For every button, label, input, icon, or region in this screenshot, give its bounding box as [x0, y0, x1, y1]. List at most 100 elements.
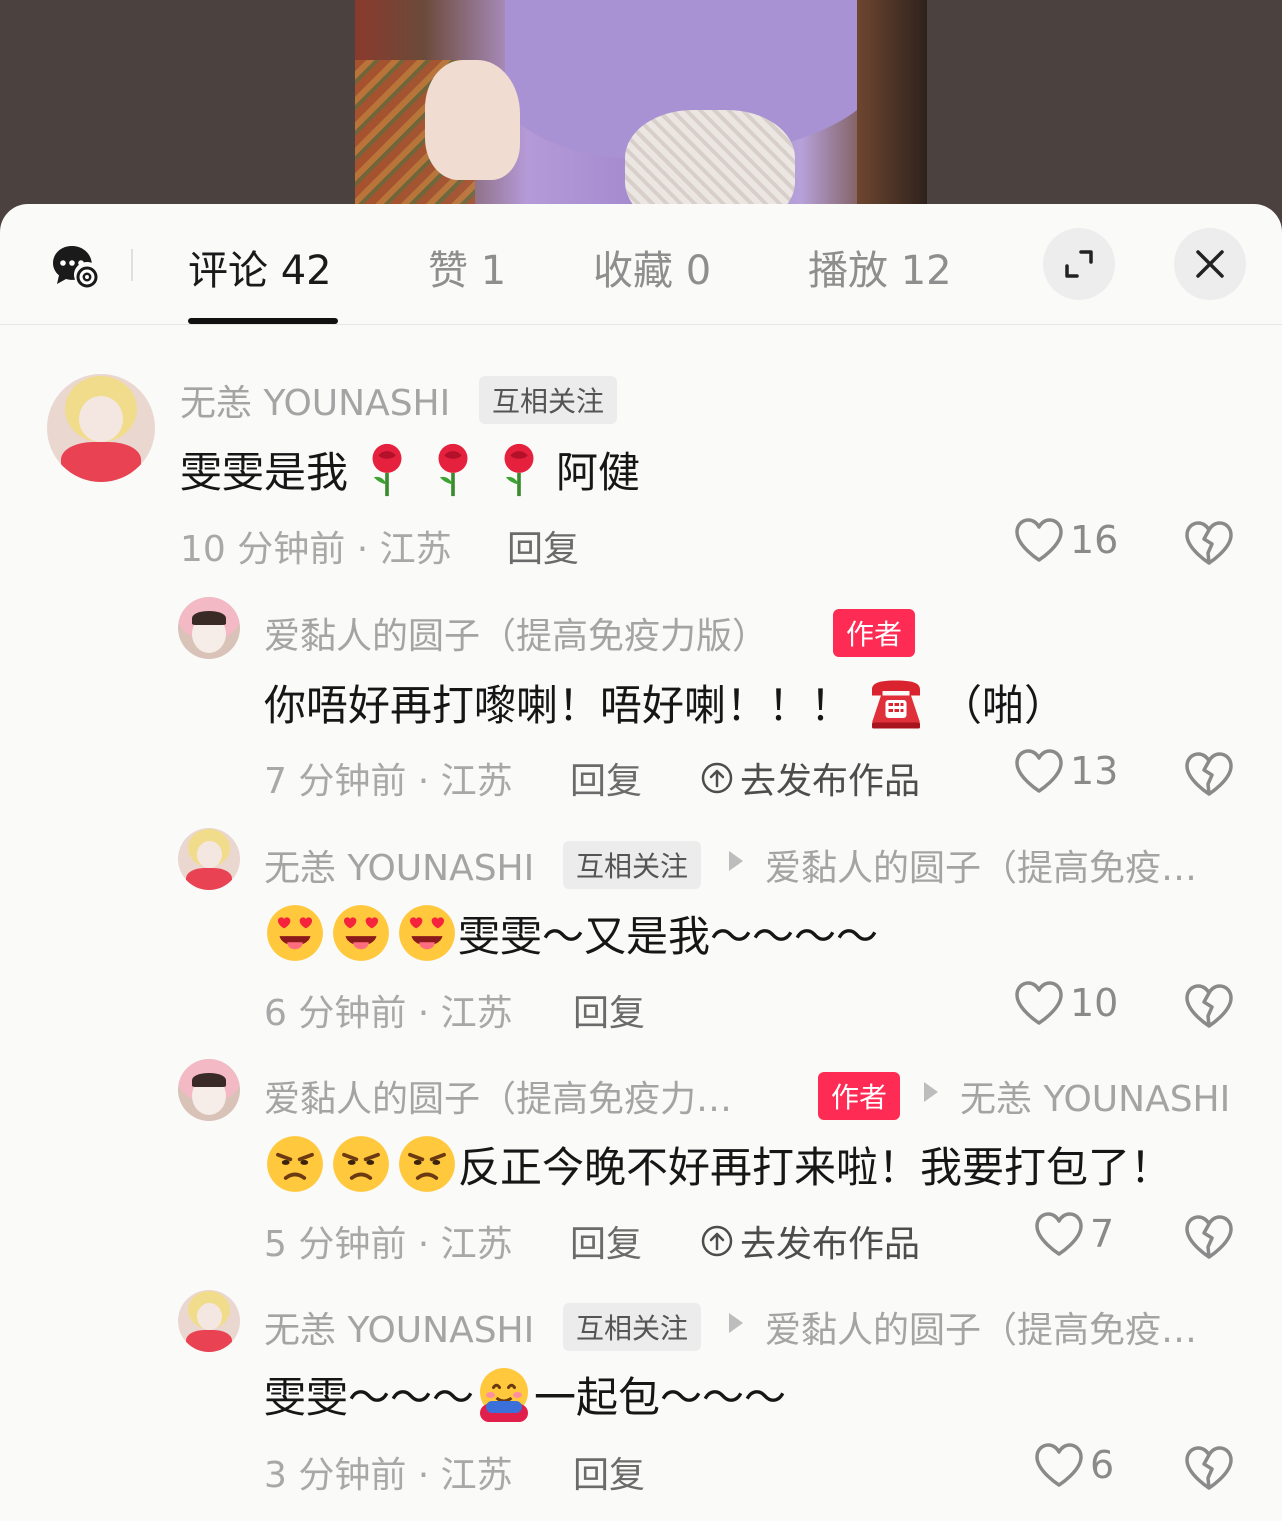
broken-heart-icon[interactable] [1184, 750, 1234, 798]
close-button[interactable] [1174, 228, 1246, 300]
reply-button[interactable]: 回复 [573, 1446, 645, 1498]
publish-work-button[interactable]: 去发布作品 [700, 1215, 920, 1267]
broken-heart-icon[interactable] [1184, 982, 1234, 1030]
heart-icon [1035, 1212, 1083, 1256]
comment-text: 反正今晚不好再打来啦！我要打包了！ [264, 1133, 1172, 1195]
heart-eyes-tongue-emoji-icon [267, 905, 323, 961]
like-button[interactable]: 6 [1034, 1442, 1114, 1488]
heart-icon [1015, 518, 1063, 562]
broken-heart-icon[interactable] [1184, 1444, 1234, 1492]
tab-count: 42 [280, 248, 332, 294]
active-tab-indicator [188, 318, 338, 324]
tab-count: 1 [480, 248, 507, 294]
reply-to-arrow-icon [729, 1313, 743, 1333]
avatar[interactable] [178, 1059, 240, 1121]
avatar[interactable] [178, 597, 240, 659]
avatar[interactable] [178, 1290, 240, 1352]
reply-button[interactable]: 回复 [570, 1215, 642, 1267]
comment-text: 雯雯～又是我～～～～ [264, 902, 878, 964]
comment-username[interactable]: 爱黏人的圆子（提高免疫力版） [264, 607, 768, 659]
reply-to-username[interactable]: 爱黏人的圆子（提高免疫… [765, 1301, 1197, 1353]
comment-text-part: 一起包～～～ [534, 1373, 787, 1422]
comment-username[interactable]: 爱黏人的圆子（提高免疫力… [264, 1070, 732, 1122]
like-button[interactable]: 16 [1014, 517, 1118, 563]
comment-text-part: （啪） [940, 681, 1067, 730]
like-count: 16 [1070, 518, 1119, 562]
thumbnail-hand-shape [425, 60, 520, 180]
publish-work-button[interactable]: 去发布作品 [700, 752, 920, 804]
like-count: 13 [1070, 749, 1119, 793]
tab-label: 赞 [428, 248, 468, 294]
tab-likes[interactable]: 赞 1 [428, 238, 506, 296]
tab-count: 0 [685, 248, 712, 294]
like-count: 6 [1090, 1443, 1115, 1487]
tab-divider [131, 249, 133, 281]
expand-icon [1065, 250, 1093, 278]
like-count: 10 [1070, 981, 1119, 1025]
like-button[interactable]: 13 [1014, 748, 1118, 794]
tab-plays[interactable]: 播放 12 [808, 238, 952, 296]
annoyed-face-emoji-icon [333, 1136, 389, 1192]
author-badge: 作者 [818, 1072, 901, 1120]
avatar[interactable] [178, 828, 240, 890]
comment-username[interactable]: 无恙 YOUNASHI [180, 374, 450, 426]
comment-text-part: 你唔好再打嚟喇！唔好喇！！！ [264, 681, 853, 730]
tab-favorites[interactable]: 收藏 0 [593, 238, 711, 296]
author-badge: 作者 [833, 609, 916, 657]
comment-text-part: 雯雯～又是我～～～～ [458, 911, 879, 961]
hugging-emoji-icon [480, 1367, 529, 1422]
comment-text: 雯雯是我 阿健 [180, 439, 640, 500]
annoyed-face-emoji-icon [267, 1136, 323, 1192]
comment-text-part: 反正今晚不好再打来啦！我要打包了！ [458, 1142, 1173, 1192]
heart-eyes-tongue-emoji-icon [333, 905, 389, 961]
rose-emoji-icon [372, 443, 402, 496]
comment-text-part: 阿健 [556, 448, 641, 497]
reply-to-username[interactable]: 无恙 YOUNASHI [960, 1070, 1230, 1122]
tab-label: 评论 [188, 248, 268, 294]
reply-to-arrow-icon [924, 1082, 938, 1102]
comment-text: 你唔好再打嚟喇！唔好喇！！！ （啪） [264, 672, 1066, 733]
comment-username[interactable]: 无恙 YOUNASHI [264, 839, 534, 891]
heart-icon [1015, 981, 1063, 1025]
comment-time-location: 6 分钟前 · 江苏 [264, 993, 513, 1034]
reply-button[interactable]: 回复 [507, 520, 579, 572]
tab-count: 12 [900, 248, 952, 294]
reply-to-arrow-icon [729, 851, 743, 871]
publish-work-label: 去发布作品 [740, 1224, 921, 1265]
rose-emoji-icon [504, 443, 534, 496]
tab-label: 播放 [808, 248, 888, 294]
heart-icon [1035, 1443, 1083, 1487]
mutual-follow-badge: 互相关注 [563, 1303, 702, 1351]
comment-text: 雯雯～～～ 一起包～～～ [264, 1364, 786, 1425]
avatar[interactable] [47, 374, 155, 482]
annoyed-face-emoji-icon [399, 1136, 455, 1192]
thumbnail-leg-shape [625, 110, 795, 215]
broken-heart-icon[interactable] [1184, 519, 1234, 567]
like-button[interactable]: 10 [1014, 980, 1118, 1026]
comment-username[interactable]: 无恙 YOUNASHI [264, 1301, 534, 1353]
reply-button[interactable]: 回复 [573, 984, 645, 1036]
comment-time-location: 5 分钟前 · 江苏 [264, 1224, 513, 1265]
rose-emoji-icon [438, 443, 468, 496]
like-button[interactable]: 7 [1034, 1211, 1114, 1257]
tab-label: 收藏 [593, 248, 673, 294]
comment-time-location: 10 分钟前 · 江苏 [180, 529, 452, 570]
comment-time-location: 7 分钟前 · 江苏 [264, 761, 513, 802]
chat-settings-icon[interactable] [50, 242, 98, 290]
reply-button[interactable]: 回复 [570, 752, 642, 804]
tab-comments[interactable]: 评论 42 [188, 238, 332, 296]
comment-panel: 评论 42 赞 1 收藏 0 播放 12 无恙 YOUNASHI 互相关注 雯雯… [0, 204, 1282, 1521]
mutual-follow-badge: 互相关注 [563, 841, 702, 889]
comment-time-location: 3 分钟前 · 江苏 [264, 1455, 513, 1496]
video-thumbnail[interactable] [355, 0, 927, 215]
upload-circle-icon [701, 762, 733, 794]
reply-to-username[interactable]: 爱黏人的圆子（提高免疫… [765, 839, 1197, 891]
broken-heart-icon[interactable] [1184, 1213, 1234, 1261]
comment-text-part: 雯雯～～～ [264, 1373, 475, 1422]
expand-button[interactable] [1043, 228, 1115, 300]
publish-work-label: 去发布作品 [740, 761, 921, 802]
panel-tab-bar: 评论 42 赞 1 收藏 0 播放 12 [0, 204, 1282, 325]
like-count: 7 [1090, 1212, 1115, 1256]
heart-icon [1015, 749, 1063, 793]
close-icon [1196, 250, 1224, 278]
